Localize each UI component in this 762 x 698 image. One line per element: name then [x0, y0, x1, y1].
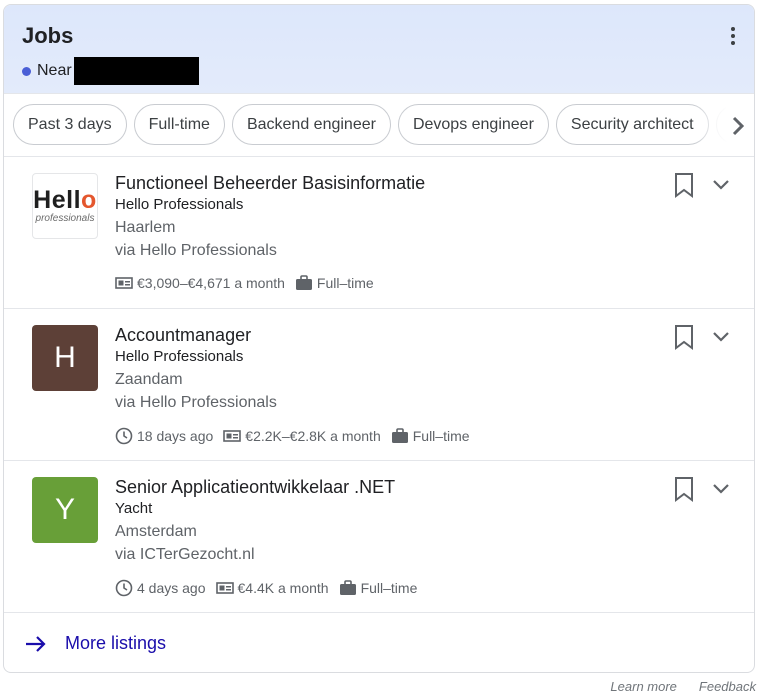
company-logo: H [32, 325, 98, 391]
learn-more-link[interactable]: Learn more [610, 679, 676, 694]
chip-security-architect[interactable]: Security architect [555, 104, 709, 145]
job-title[interactable]: Functioneel Beheerder Basisinformatie [115, 173, 425, 194]
job-listing[interactable]: H Accountmanager Hello Professionals Zaa… [4, 309, 754, 461]
page-title: Jobs [22, 23, 74, 48]
feedback-link[interactable]: Feedback [699, 679, 756, 694]
company-logo: Hello professionals [32, 173, 98, 239]
salary-icon [223, 430, 242, 442]
company-logo: Y [32, 477, 98, 543]
clock-icon [115, 579, 133, 597]
chip-past-3-days[interactable]: Past 3 days [13, 104, 127, 145]
chevron-right-icon[interactable] [728, 115, 748, 137]
salary-icon [215, 582, 234, 594]
job-location: Amsterdam [115, 523, 197, 540]
job-listing[interactable]: Hello professionals Functioneel Beheerde… [4, 157, 754, 309]
more-listings-link[interactable]: More listings [4, 613, 754, 672]
briefcase-icon [391, 428, 408, 443]
location-row: Near [22, 57, 199, 85]
near-label: Near [37, 62, 72, 79]
more-listings-label: More listings [65, 633, 167, 653]
job-meta: 18 days ago €2.2K–€2.8K a month Full–tim… [115, 427, 480, 445]
company-name: Yacht [115, 500, 153, 517]
job-source: via Hello Professionals [115, 394, 277, 411]
employment-type: Full–time [391, 428, 470, 444]
posted-time: 18 days ago [115, 427, 213, 445]
job-location: Zaandam [115, 371, 183, 388]
chevron-down-icon[interactable] [712, 483, 730, 495]
employment-type: Full–time [295, 275, 374, 291]
company-name: Hello Professionals [115, 348, 244, 365]
job-meta: €3,090–€4,671 a month Full–time [115, 275, 384, 291]
bookmark-icon[interactable] [673, 476, 695, 502]
bookmark-icon[interactable] [673, 172, 695, 198]
job-source: via Hello Professionals [115, 242, 277, 259]
chip-backend-engineer[interactable]: Backend engineer [231, 104, 391, 145]
more-options-icon[interactable] [730, 27, 736, 45]
job-listing[interactable]: Y Senior Applicatieontwikkelaar .NET Yac… [4, 461, 754, 613]
job-meta: 4 days ago €4.4K a month Full–time [115, 579, 427, 597]
redacted-location [73, 57, 199, 85]
posted-time: 4 days ago [115, 579, 206, 597]
chip-devops-engineer[interactable]: Devops engineer [397, 104, 549, 145]
logo-letter: H [54, 341, 76, 374]
company-name: Hello Professionals [115, 196, 244, 213]
arrow-right-icon [26, 635, 46, 652]
location-dot-icon [22, 66, 31, 76]
chevron-down-icon[interactable] [712, 331, 730, 343]
salary: €4.4K a month [215, 580, 329, 596]
clock-icon [115, 427, 133, 445]
salary-icon [115, 277, 133, 289]
logo-letter: Y [54, 493, 75, 526]
briefcase-icon [339, 580, 356, 595]
bookmark-icon[interactable] [673, 324, 695, 350]
chip-full-time[interactable]: Full-time [133, 104, 225, 145]
jobs-header: Jobs Near [4, 5, 754, 93]
job-location: Haarlem [115, 219, 176, 236]
briefcase-icon [295, 275, 312, 290]
filter-chips-bar: Past 3 days Full-time Backend engineer D… [4, 93, 754, 157]
jobs-card: Jobs Near Past 3 days Full-time Backend … [3, 4, 755, 673]
logo-wordmark: Hello [33, 186, 97, 214]
job-title[interactable]: Accountmanager [115, 325, 251, 346]
chevron-down-icon[interactable] [712, 179, 730, 191]
job-source: via ICTerGezocht.nl [115, 546, 255, 563]
employment-type: Full–time [339, 580, 417, 596]
salary: €3,090–€4,671 a month [115, 275, 285, 291]
footer: Learn more Feedback [610, 679, 756, 694]
job-title[interactable]: Senior Applicatieontwikkelaar .NET [115, 477, 395, 498]
salary: €2.2K–€2.8K a month [223, 428, 381, 444]
logo-subtext: professionals [35, 213, 95, 224]
filter-chips: Past 3 days Full-time Backend engineer D… [13, 104, 754, 145]
